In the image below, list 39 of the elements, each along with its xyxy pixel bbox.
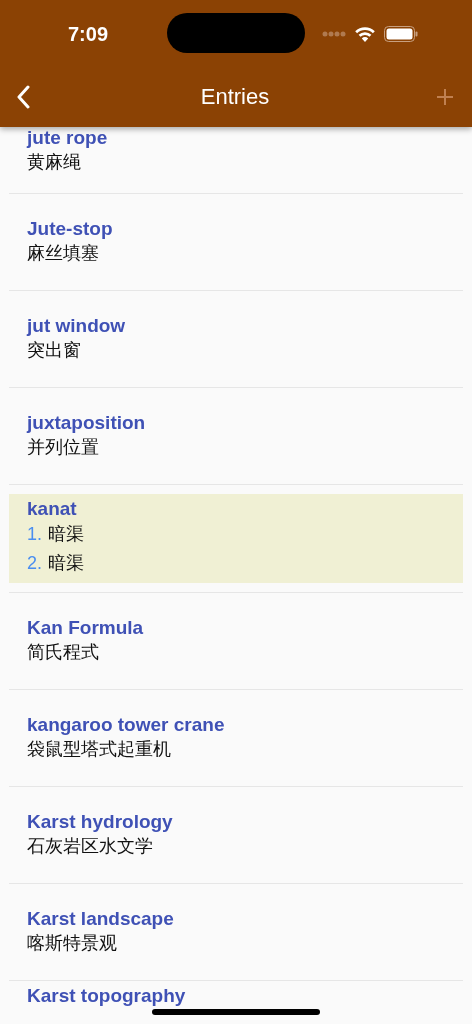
entry-term: juxtaposition — [27, 412, 146, 434]
translation: 喀斯特景观 — [27, 932, 117, 955]
translation: 麻丝填塞 — [27, 242, 99, 265]
entry[interactable]: Karst landscape 喀斯特景观 — [9, 884, 463, 956]
translation: 袋鼠型塔式起重机 — [27, 738, 171, 761]
entry-term: Kan Formula — [27, 617, 144, 639]
translation: 暗渠 — [48, 552, 84, 575]
back-icon — [16, 84, 30, 109]
entry-term: Jute-stop — [27, 218, 113, 240]
entry-term: jute rope — [27, 127, 108, 149]
entry-term: kangaroo tower crane — [27, 714, 225, 736]
entry[interactable]: jut window 突出窗 — [9, 291, 463, 363]
entry-term: Karst landscape — [27, 908, 174, 930]
sense-number: 2. — [27, 552, 42, 575]
battery-icon — [384, 26, 418, 42]
entry-term: jut window — [27, 315, 126, 337]
nav-title: Entries — [200, 83, 270, 111]
translation: 突出窗 — [27, 339, 81, 362]
wifi-icon — [354, 26, 376, 42]
status-time: 7:09 — [68, 22, 109, 47]
entry[interactable]: juxtaposition 并列位置 — [9, 388, 463, 460]
translation: 简氏程式 — [27, 641, 99, 664]
entry-term: Karst topography — [27, 985, 186, 1007]
signal-icon — [322, 31, 346, 37]
entry[interactable]: Jute-stop 麻丝填塞 — [9, 194, 463, 266]
entry[interactable]: Karst topography — [9, 981, 463, 1007]
entry[interactable]: Karst hydrology 石灰岩区水文学 — [9, 787, 463, 859]
entry-term: kanat — [27, 498, 77, 520]
translation: 黄麻绳 — [27, 151, 81, 174]
translation: 暗渠 — [48, 523, 84, 546]
plus-icon — [436, 87, 454, 106]
entry-term: Karst hydrology — [27, 811, 173, 833]
sense-number: 1. — [27, 523, 42, 546]
translation: 石灰岩区水文学 — [27, 835, 153, 858]
translation: 并列位置 — [27, 436, 99, 459]
highlighted-entry[interactable]: kanat 1. 暗渠 2. 暗渠 — [9, 494, 463, 583]
entry[interactable]: kangaroo tower crane 袋鼠型塔式起重机 — [9, 690, 463, 762]
entry[interactable]: jute rope 黄麻绳 — [9, 127, 463, 175]
entry[interactable]: Kan Formula 简氏程式 — [9, 593, 463, 665]
